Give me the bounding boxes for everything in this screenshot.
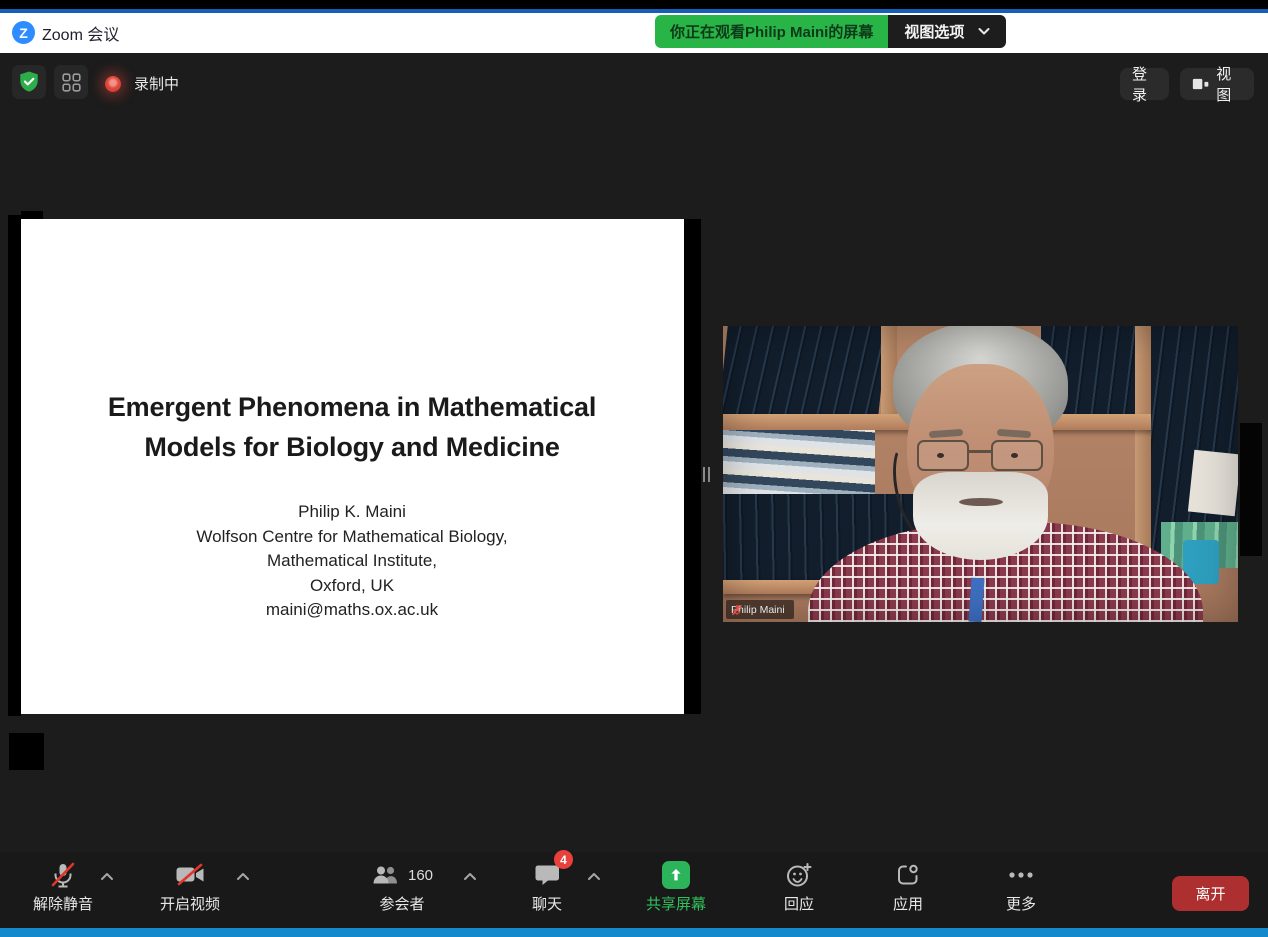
apps-button[interactable]: 应用 xyxy=(858,859,958,914)
grid-icon xyxy=(61,72,82,93)
zoom-logo: Z xyxy=(12,21,35,44)
slide-right-black-bar xyxy=(684,219,701,714)
mic-muted-icon xyxy=(49,861,77,889)
share-screen-label: 共享屏幕 xyxy=(646,893,706,914)
video-vignette xyxy=(723,326,1238,622)
right-edge-black-bar xyxy=(1240,423,1262,556)
meeting-toolbar: 解除静音 开启视频 xyxy=(0,852,1268,928)
gallery-view-button[interactable] xyxy=(54,65,88,99)
chat-chevron-icon[interactable] xyxy=(587,872,601,881)
shared-slide: Emergent Phenomena in Mathematical Model… xyxy=(21,219,684,714)
recording-dot-icon xyxy=(105,76,121,92)
slide-title: Emergent Phenomena in Mathematical Model… xyxy=(72,387,632,467)
unmute-label: 解除静音 xyxy=(33,893,93,914)
more-ellipsis-icon xyxy=(1008,870,1034,880)
chat-icon xyxy=(534,863,560,887)
security-button[interactable] xyxy=(12,65,46,99)
slide-affiliation-2: Mathematical Institute, xyxy=(72,549,632,574)
sign-in-button[interactable]: 登录 xyxy=(1120,68,1169,100)
chat-button[interactable]: 4 聊天 xyxy=(497,859,597,914)
watching-status-label: 你正在观看Philip Maini的屏幕 xyxy=(655,15,888,48)
bottom-blue-strip xyxy=(0,928,1268,937)
panel-resize-handle[interactable] xyxy=(703,467,711,482)
chat-unread-badge: 4 xyxy=(554,850,573,869)
screen-share-banner: 你正在观看Philip Maini的屏幕 视图选项 xyxy=(655,15,1006,48)
title-bar: Z Zoom 会议 你正在观看Philip Maini的屏幕 视图选项 xyxy=(0,13,1268,53)
view-options-label: 视图选项 xyxy=(904,21,964,42)
camera-muted-icon xyxy=(175,863,205,887)
zoom-meeting-window: Z Zoom 会议 你正在观看Philip Maini的屏幕 视图选项 xyxy=(0,0,1268,937)
apps-label: 应用 xyxy=(893,893,923,914)
slide-subtitle: Philip K. Maini Wolfson Centre for Mathe… xyxy=(72,500,632,623)
participants-label: 参会者 xyxy=(379,893,424,914)
top-black-strip xyxy=(0,0,1268,9)
slide-affiliation-3: Oxford, UK xyxy=(72,574,632,599)
reactions-label: 回应 xyxy=(784,893,814,914)
slide-top-notch xyxy=(21,211,43,219)
view-label: 视图 xyxy=(1216,63,1242,105)
sign-in-label: 登录 xyxy=(1132,63,1157,105)
view-options-button[interactable]: 视图选项 xyxy=(888,15,1006,48)
view-button[interactable]: 视图 xyxy=(1180,68,1254,100)
muted-mic-icon xyxy=(731,604,743,616)
share-screen-icon xyxy=(662,861,690,889)
start-video-label: 开启视频 xyxy=(160,893,220,914)
chevron-down-icon xyxy=(978,27,990,36)
slide-left-black-bar xyxy=(8,215,21,716)
slide-affiliation-1: Wolfson Centre for Mathematical Biology, xyxy=(72,525,632,550)
unmute-button[interactable]: 解除静音 xyxy=(13,859,113,914)
recording-label: 录制中 xyxy=(134,73,179,94)
slide-author: Philip K. Maini xyxy=(72,500,632,525)
participants-count: 160 xyxy=(408,867,433,884)
reactions-button[interactable]: 回应 xyxy=(749,859,849,914)
unmute-options-chevron-icon[interactable] xyxy=(100,872,114,881)
app-title: Zoom 会议 xyxy=(42,13,119,53)
apps-icon xyxy=(895,862,921,888)
share-screen-button[interactable]: 共享屏幕 xyxy=(616,859,736,914)
speaker-view-icon xyxy=(1192,75,1209,93)
leave-meeting-button[interactable]: 离开 xyxy=(1172,876,1249,911)
participants-icon xyxy=(371,864,401,886)
start-video-button[interactable]: 开启视频 xyxy=(140,859,240,914)
more-button[interactable]: 更多 xyxy=(971,859,1071,914)
video-options-chevron-icon[interactable] xyxy=(236,872,250,881)
webcam-tile[interactable]: Philip Maini xyxy=(723,326,1238,622)
meeting-stage: 录制中 登录 视图 Emergent Phenomena in Mathemat… xyxy=(0,53,1268,852)
participants-chevron-icon[interactable] xyxy=(463,872,477,881)
bottom-left-black-square xyxy=(9,733,44,770)
slide-email: maini@maths.ox.ac.uk xyxy=(72,598,632,623)
more-label: 更多 xyxy=(1006,893,1036,914)
chat-label: 聊天 xyxy=(532,893,562,914)
participants-button[interactable]: 160 参会者 xyxy=(347,859,457,914)
participant-name-tag: Philip Maini xyxy=(726,600,794,619)
reactions-icon xyxy=(785,861,813,889)
shield-check-icon xyxy=(18,70,40,94)
